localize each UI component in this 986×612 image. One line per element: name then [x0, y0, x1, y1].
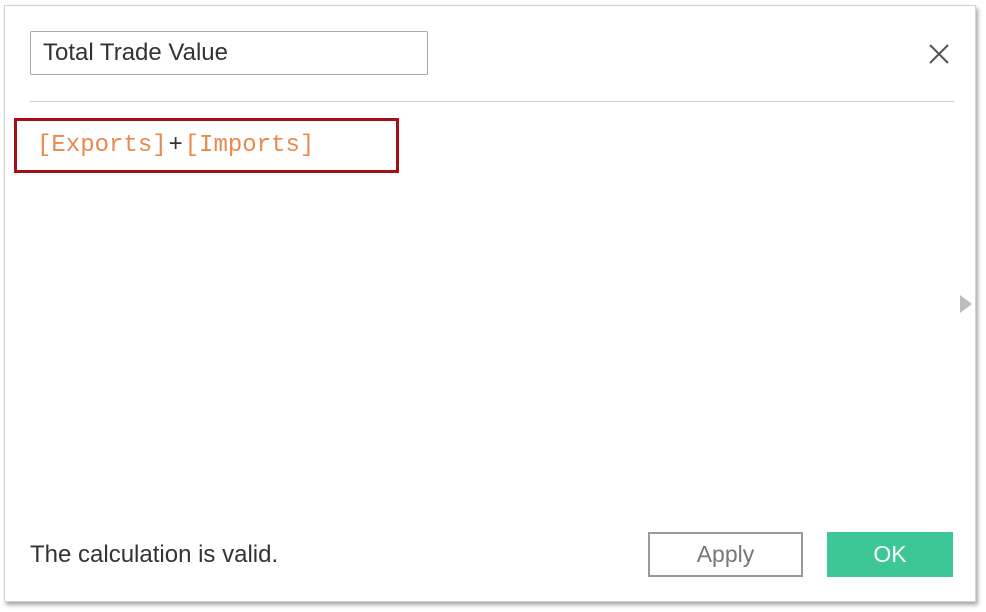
chevron-right-icon — [960, 295, 972, 313]
calculation-name-input[interactable] — [30, 31, 428, 75]
close-icon — [929, 44, 949, 64]
formula-field-imports: [Imports] — [184, 132, 315, 159]
expand-panel-button[interactable] — [958, 293, 974, 315]
apply-button[interactable]: Apply — [648, 532, 803, 577]
calculation-dialog: [Exports]+[Imports] The calculation is v… — [4, 5, 976, 602]
formula-editor[interactable]: [Exports]+[Imports] — [14, 118, 399, 173]
ok-button[interactable]: OK — [827, 532, 953, 577]
validation-status: The calculation is valid. — [30, 541, 279, 568]
formula-field-exports: [Exports] — [37, 132, 167, 159]
close-button[interactable] — [925, 40, 953, 68]
formula-operator: + — [168, 130, 183, 157]
header-divider — [30, 101, 954, 102]
